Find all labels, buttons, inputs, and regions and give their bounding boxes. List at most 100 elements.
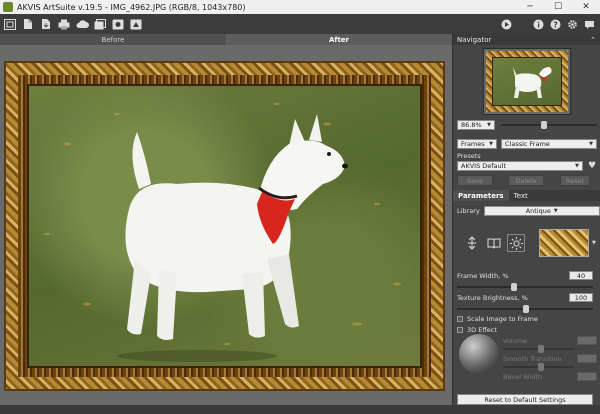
chevron-down-icon: ▼ (489, 141, 493, 147)
dog-photo (27, 84, 422, 368)
vertical-resize-icon[interactable] (463, 234, 481, 252)
reset-default-settings-button[interactable]: Reset to Default Settings (457, 394, 593, 405)
volume-label: Volume (503, 336, 528, 345)
light-direction-sphere[interactable] (459, 334, 499, 374)
close-button[interactable]: ✕ (572, 0, 600, 14)
settings-icon[interactable] (565, 17, 579, 31)
zoom-row: 86.8% ▼ (457, 120, 597, 130)
zoom-slider-knob[interactable] (541, 121, 547, 129)
presets-row: AKVIS Default ▼ ♥ (457, 161, 596, 171)
cloud-icon[interactable] (75, 17, 89, 31)
svg-text:?: ? (553, 20, 557, 29)
settings-tabs: Parameters Text (453, 190, 600, 201)
volume-row: Volume (503, 336, 597, 345)
presets-label: Presets (457, 152, 481, 160)
tab-before[interactable]: Before (0, 34, 226, 45)
navigator-header: Navigator ⌃ (453, 34, 600, 45)
volume-knob[interactable] (538, 345, 544, 353)
frame-width-slider[interactable] (457, 283, 593, 291)
zoom-value: 86.8% (461, 121, 482, 129)
preset-value: AKVIS Default (461, 162, 507, 170)
notifications-icon[interactable] (582, 17, 596, 31)
image-canvas[interactable] (0, 45, 452, 405)
texture-brightness-label: Texture Brightness, % (457, 294, 528, 302)
library-select[interactable]: Antique ▼ (483, 206, 600, 216)
library-label: Library (457, 207, 480, 215)
frame-width-value[interactable]: 40 (569, 271, 593, 280)
zoom-select[interactable]: 86.8% ▼ (457, 120, 495, 130)
scale-image-checkbox[interactable] (457, 316, 463, 322)
preset-select[interactable]: AKVIS Default ▼ (457, 161, 583, 171)
open-image-icon[interactable] (3, 17, 17, 31)
collapse-icon[interactable]: ⌃ (590, 36, 596, 44)
presets-icon[interactable] (111, 17, 125, 31)
tab-after[interactable]: After (226, 34, 452, 45)
maximize-button[interactable]: ☐ (544, 0, 572, 14)
frame-width-knob[interactable] (511, 283, 517, 291)
info-icon[interactable] (531, 17, 545, 31)
library-value: Antique (525, 207, 551, 215)
navigator-title: Navigator (457, 35, 492, 44)
preset-reset-button[interactable]: Reset (560, 175, 590, 186)
preset-delete-button[interactable]: Delete (508, 175, 544, 186)
window-title: AKVIS ArtSuite v.19.5 - IMG_4962.JPG (RG… (17, 2, 246, 12)
run-icon[interactable] (499, 17, 513, 31)
effect-3d-checkbox[interactable] (457, 327, 463, 333)
frame-type-value: Classic Frame (505, 140, 550, 148)
effect-selectors: Frames ▼ Classic Frame ▼ (457, 139, 597, 149)
smooth-transition-knob[interactable] (538, 363, 544, 371)
scale-image-label: Scale Image to Frame (467, 315, 538, 323)
effect-select[interactable]: Frames ▼ (457, 139, 497, 149)
volume-slider[interactable] (503, 345, 573, 353)
chevron-down-icon: ▼ (589, 141, 593, 147)
open-file-icon[interactable] (21, 17, 35, 31)
preset-save-button[interactable]: Save (457, 175, 493, 186)
effect-3d-params: Volume Smooth Transition Bevel Width (503, 336, 597, 381)
texture-brightness-slider[interactable] (457, 305, 593, 313)
navigator-dog-thumbnail (513, 67, 552, 98)
status-bar (0, 405, 600, 414)
frame-tools-row: ▼ (457, 229, 596, 257)
toolbar-right-group: ? (496, 17, 596, 31)
toolbar: ? (0, 14, 600, 34)
light-source-icon[interactable] (507, 234, 525, 252)
zoom-slider[interactable] (501, 121, 597, 129)
share-icon[interactable] (129, 17, 143, 31)
navigator-photo (492, 57, 562, 106)
scale-image-row: Scale Image to Frame (457, 315, 538, 323)
effect-3d-row: 3D Effect (457, 326, 497, 334)
texture-brightness-knob[interactable] (523, 305, 529, 313)
effect-value: Frames (461, 140, 485, 148)
minimize-button[interactable]: ─ (516, 0, 544, 14)
chevron-down-icon: ▼ (575, 163, 579, 169)
smooth-transition-label: Smooth Transition (503, 354, 562, 363)
help-icon[interactable]: ? (548, 17, 562, 31)
navigator-preview[interactable] (483, 48, 571, 115)
bevel-width-row: Bevel Width (503, 372, 597, 381)
app-logo-icon (3, 2, 13, 12)
frame-texture-thumbnail[interactable] (539, 229, 589, 257)
frame-inner-molding (18, 75, 431, 377)
frame-type-select[interactable]: Classic Frame ▼ (501, 139, 597, 149)
settings-panel: Navigator ⌃ 86.8% ▼ Frames ▼ Classic Fra… (452, 34, 600, 405)
bevel-width-value[interactable] (577, 372, 597, 381)
book-icon[interactable] (485, 234, 503, 252)
tab-parameters[interactable]: Parameters (453, 190, 509, 201)
texture-brightness-value[interactable]: 100 (569, 293, 593, 302)
chevron-down-icon: ▼ (487, 122, 491, 128)
print-icon[interactable] (57, 17, 71, 31)
smooth-transition-value[interactable] (577, 354, 597, 363)
save-file-icon[interactable] (39, 17, 53, 31)
dog-illustration (44, 102, 401, 362)
bevel-width-label: Bevel Width (503, 372, 543, 381)
favorite-heart-icon[interactable]: ♥ (588, 161, 596, 171)
tab-text[interactable]: Text (509, 190, 533, 201)
navigator-frame (486, 51, 568, 112)
chevron-down-icon[interactable]: ▼ (592, 240, 596, 246)
batch-icon[interactable] (93, 17, 107, 31)
library-row: Library Antique ▼ (457, 206, 600, 216)
volume-value[interactable] (577, 336, 597, 345)
preset-buttons: Save Delete Reset (457, 175, 590, 186)
smooth-transition-slider[interactable] (503, 363, 573, 371)
title-bar: AKVIS ArtSuite v.19.5 - IMG_4962.JPG (RG… (0, 0, 600, 14)
